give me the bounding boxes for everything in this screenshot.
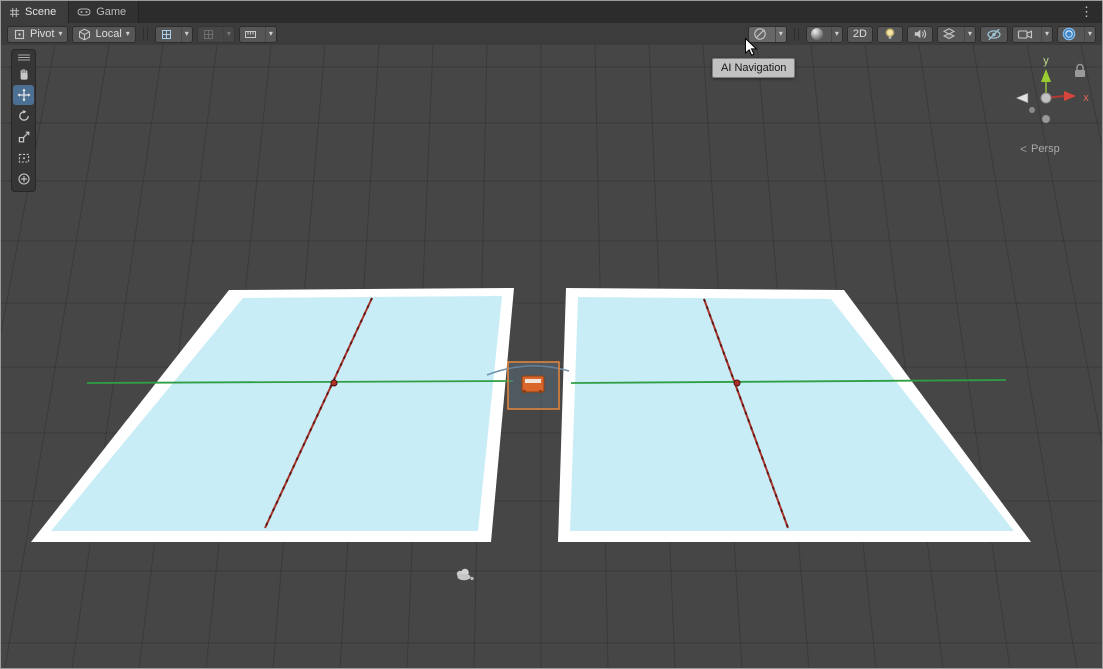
camera-settings-dropdown[interactable]: ▾ (1012, 26, 1053, 43)
hand-icon (17, 67, 31, 81)
tab-game[interactable]: Game (69, 1, 139, 23)
y-axis-cone[interactable] (1041, 69, 1051, 82)
center-marker-left (331, 380, 337, 386)
bed-sprite-leg (523, 390, 526, 393)
rect-tool-icon (17, 151, 31, 165)
lock-icon[interactable] (1075, 65, 1085, 78)
tab-scene[interactable]: Scene (1, 1, 69, 23)
gamepad-icon (77, 7, 91, 17)
chevron-down-icon[interactable]: ▾ (964, 27, 975, 42)
projection-toggle[interactable]: < Persp (1020, 142, 1060, 156)
grid-icon (198, 27, 219, 42)
transform-icon (17, 172, 31, 186)
snap-increment-dropdown[interactable]: ▾ (239, 26, 277, 43)
hand-tool-button[interactable] (13, 64, 34, 84)
2d-toggle[interactable]: 2D (847, 26, 873, 43)
chevron-down-icon[interactable]: ▾ (831, 27, 842, 42)
scene-visibility-toggle[interactable] (980, 26, 1008, 43)
overlay-drag-handle-icon[interactable] (13, 52, 34, 63)
shading-mode-dropdown[interactable]: ▾ (806, 26, 843, 43)
eye-slash-icon (986, 27, 1002, 42)
scene-toolbar: Pivot ▾ Local ▾ ▾ ▾ (1, 23, 1102, 45)
mouse-cursor (745, 38, 759, 58)
court-left[interactable] (31, 288, 514, 542)
neg-z-axis-ball[interactable] (1029, 107, 1035, 113)
transform-tool-button[interactable] (13, 169, 34, 189)
tools-overlay (11, 49, 36, 192)
scene-grid-icon (9, 7, 20, 18)
chevron-down-icon: ▾ (58, 30, 62, 38)
handle-orientation-dropdown[interactable]: Local ▾ (72, 26, 135, 43)
rotate-icon (17, 109, 31, 123)
gizmo-center-ball[interactable] (1041, 93, 1051, 103)
chevron-down-icon[interactable]: ▾ (775, 27, 786, 42)
x-axis-cone[interactable] (1064, 91, 1076, 101)
audio-toggle[interactable] (907, 26, 933, 43)
grid-icon (156, 27, 177, 42)
pivot-label: Pivot (30, 28, 54, 40)
lighting-toggle[interactable] (877, 26, 903, 43)
scale-icon (17, 130, 31, 144)
cloud-gizmo-icon[interactable] (457, 569, 474, 581)
chevron-down-icon[interactable]: ▾ (181, 27, 192, 42)
blue-orb-icon (1058, 27, 1080, 42)
neg-y-axis-ball[interactable] (1042, 115, 1050, 123)
court-right-surface[interactable] (570, 297, 1014, 531)
scene-canvas[interactable] (1, 45, 1102, 668)
court-left-surface[interactable] (51, 296, 502, 531)
selected-object[interactable] (508, 362, 559, 409)
neg-x-axis-cone[interactable] (1016, 93, 1028, 103)
x-axis-label: x (1083, 92, 1089, 104)
pivot-dropdown[interactable]: Pivot ▾ (7, 26, 68, 43)
pivot-icon (13, 28, 26, 41)
tooltip-text: AI Navigation (721, 62, 786, 74)
move-icon (17, 88, 31, 102)
rotate-tool-button[interactable] (13, 106, 34, 126)
orientation-label: Local (95, 28, 121, 40)
chevron-down-icon[interactable]: ▾ (223, 27, 234, 42)
bed-sprite-icon[interactable] (522, 376, 544, 392)
local-axis-icon (78, 28, 91, 41)
snap-ruler-icon (240, 27, 261, 42)
tab-overflow-menu-icon[interactable]: ⋮ (1075, 1, 1098, 23)
speaker-icon (913, 27, 927, 41)
move-tool-button[interactable] (13, 85, 34, 105)
camera-icon (1013, 27, 1037, 42)
grid-snap-toggle[interactable]: ▾ (155, 26, 193, 43)
bed-sprite-pillow (525, 379, 541, 383)
toolbar-separator (143, 28, 148, 41)
projection-label: Persp (1031, 143, 1060, 155)
grid-snap-secondary-toggle[interactable]: ▾ (197, 26, 235, 43)
center-marker-right (734, 380, 740, 386)
scale-tool-button[interactable] (13, 127, 34, 147)
rect-tool-button[interactable] (13, 148, 34, 168)
tab-scene-label: Scene (25, 6, 56, 18)
chevron-down-icon[interactable]: ▾ (265, 27, 276, 42)
chevron-down-icon: ▾ (126, 30, 130, 38)
tab-bar: Scene Game ⋮ (1, 1, 1102, 23)
scene-grid (1, 45, 1102, 668)
scene-view-options-dropdown[interactable]: ▾ (1057, 26, 1096, 43)
effects-layers-icon (938, 27, 960, 42)
toolbar-separator (794, 28, 799, 41)
chevron-left-icon: < (1020, 142, 1027, 156)
orientation-gizmo[interactable]: y x (998, 51, 1098, 151)
y-axis-label: y (1043, 55, 1049, 67)
chevron-down-icon[interactable]: ▾ (1041, 27, 1052, 42)
shaded-sphere-icon (807, 27, 827, 42)
toolbar-right-group: ▾ ▾ 2D (748, 26, 1096, 43)
bed-sprite-leg (539, 390, 542, 393)
scene-viewport[interactable] (1, 45, 1102, 668)
chevron-down-icon[interactable]: ▾ (1084, 27, 1095, 42)
2d-toggle-label: 2D (853, 28, 867, 40)
lightbulb-icon (883, 27, 897, 41)
effects-dropdown[interactable]: ▾ (937, 26, 976, 43)
tab-game-label: Game (96, 6, 126, 18)
tooltip: AI Navigation (712, 58, 795, 78)
